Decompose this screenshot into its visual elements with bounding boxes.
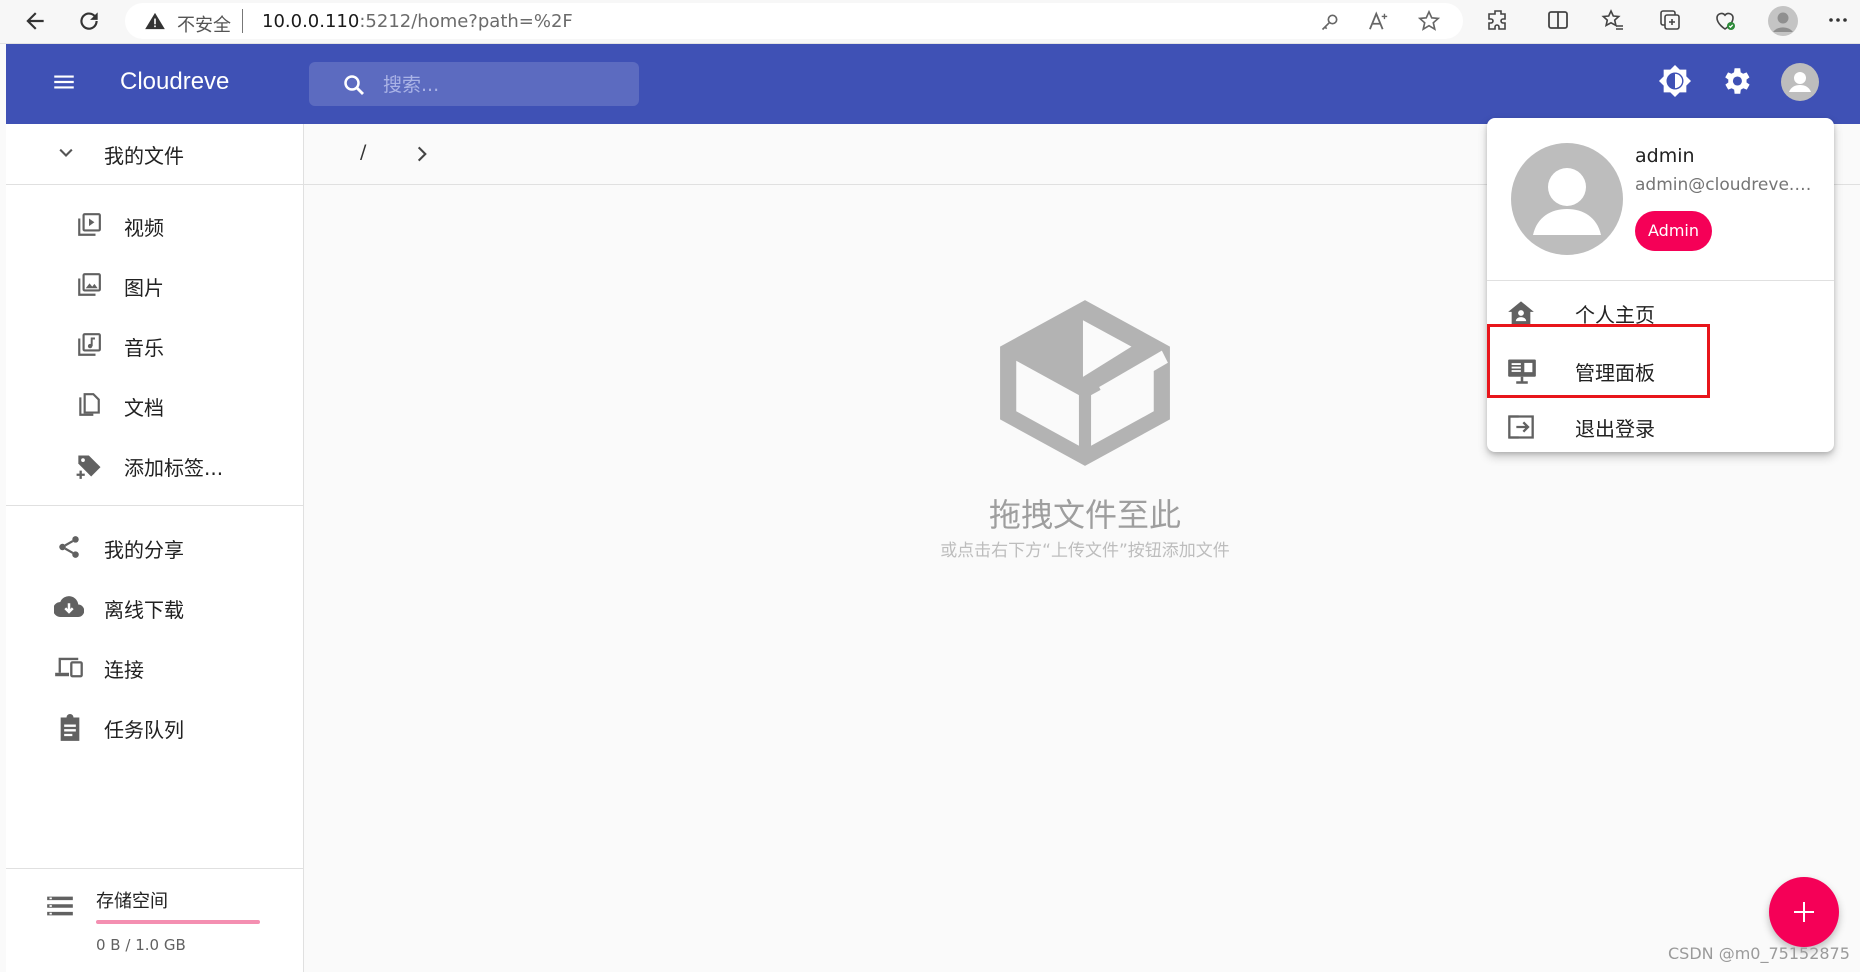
documents-icon [76,392,102,418]
sidebar-divider [6,505,303,506]
app-title[interactable]: Cloudreve [120,68,229,96]
sidebar-item-my-files[interactable]: 我的文件 [6,124,303,180]
address-bar[interactable]: 不安全 10.0.0.110:5212/home?path=%2F [125,3,1463,39]
storage-usage: 0 B / 1.0 GB [96,936,186,954]
avatar [1511,143,1623,255]
collections-icon[interactable] [1658,8,1684,34]
menu-divider [1487,280,1834,281]
user-name: admin [1635,145,1695,167]
browser-health-icon[interactable] [1713,8,1739,34]
sidebar-item-documents[interactable]: 文档 [6,376,303,432]
sidebar-item-task-queue[interactable]: 任务队列 [6,698,303,754]
key-icon[interactable] [1320,12,1340,32]
add-tag-icon [76,452,104,480]
sidebar: 我的文件 视频 图片 音乐 文档 添加标签... 我的分享 离线下载 连接 任务… [6,124,304,972]
chevron-down-icon[interactable] [56,143,76,163]
back-icon[interactable] [22,8,48,34]
user-avatar-icon[interactable] [1780,62,1820,102]
chevron-right-icon[interactable] [412,144,432,164]
storage-title: 存储空间 [96,891,168,912]
empty-state-title: 拖拽文件至此 [988,496,1181,534]
sidebar-item-images[interactable]: 图片 [6,256,303,312]
more-options-icon[interactable] [1826,8,1852,34]
favorite-star-icon[interactable] [1418,10,1440,32]
url-path: :5212/home?path=%2F [359,11,573,32]
sidebar-item-connect[interactable]: 连接 [6,638,303,694]
logout-icon [1507,414,1535,440]
extensions-icon[interactable] [1486,8,1512,34]
sidebar-item-label: 我的文件 [104,144,184,168]
upload-fab-button[interactable] [1769,877,1839,947]
app-bar: Cloudreve [6,44,1860,124]
user-email: admin@cloudreve.org [1635,175,1813,195]
music-library-icon [76,332,102,358]
user-menu-popover: admin admin@cloudreve.org Admin 个人主页 管理面… [1487,118,1834,452]
storage-icon [46,894,74,918]
empty-box-icon [994,298,1176,468]
sidebar-item-offline-download[interactable]: 离线下载 [6,578,303,634]
address-separator [242,9,243,33]
sidebar-item-video[interactable]: 视频 [6,196,303,252]
photo-library-icon [76,272,102,298]
search-input[interactable] [381,70,625,100]
sidebar-divider [6,184,303,185]
menu-icon[interactable] [51,69,77,95]
sidebar-item-label: 连接 [104,658,144,682]
video-library-icon [76,212,102,238]
sidebar-item-label: 音乐 [124,336,164,360]
role-badge: Admin [1635,211,1712,251]
sidebar-divider [6,868,303,869]
cloud-download-icon [54,594,84,620]
plus-icon [1794,902,1814,922]
sidebar-item-music[interactable]: 音乐 [6,316,303,372]
favorites-icon[interactable] [1601,8,1627,34]
share-icon [56,534,82,560]
sidebar-item-label: 添加标签... [124,456,224,480]
sidebar-item-my-share[interactable]: 我的分享 [6,518,303,574]
breadcrumb-root[interactable]: / [360,141,366,163]
storage-progress-bar [96,920,260,924]
warning-icon[interactable] [145,12,165,30]
split-screen-icon[interactable] [1546,8,1572,34]
menu-item-label: 退出登录 [1575,417,1655,441]
empty-state-subtitle: 或点击右下方“上传文件”按钮添加文件 [940,541,1230,561]
sidebar-item-label: 任务队列 [104,718,184,742]
sidebar-item-label: 文档 [124,396,164,420]
read-aloud-icon[interactable] [1368,11,1390,31]
url-text[interactable]: 10.0.0.110:5212/home?path=%2F [262,11,573,32]
sidebar-item-label: 图片 [124,276,164,300]
search-box[interactable] [309,62,639,106]
menu-item-logout[interactable]: 退出登录 [1487,398,1834,454]
watermark: CSDN @m0_75152875 [1668,944,1850,963]
browser-toolbar: 不安全 10.0.0.110:5212/home?path=%2F [0,0,1860,44]
sidebar-item-label: 我的分享 [104,538,184,562]
sidebar-item-label: 视频 [124,216,164,240]
devices-icon [54,654,84,680]
settings-gear-icon[interactable] [1719,64,1753,98]
task-clipboard-icon [58,714,82,742]
refresh-icon[interactable] [76,8,102,34]
url-host: 10.0.0.110 [262,11,360,32]
annotation-highlight-box [1487,324,1710,398]
browser-profile-icon[interactable] [1768,6,1798,36]
sidebar-item-add-tag[interactable]: 添加标签... [6,436,303,492]
security-label[interactable]: 不安全 [177,11,231,37]
sidebar-item-label: 离线下载 [104,598,184,622]
home-account-icon [1507,300,1535,326]
theme-toggle-icon[interactable] [1658,64,1692,98]
search-icon[interactable] [342,73,366,97]
